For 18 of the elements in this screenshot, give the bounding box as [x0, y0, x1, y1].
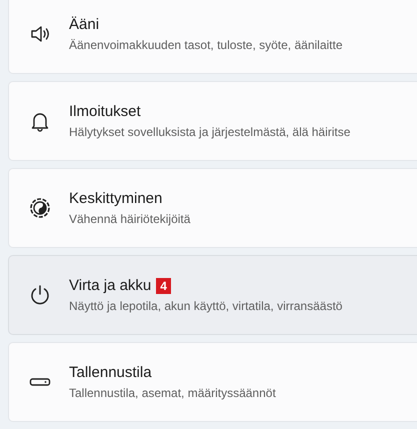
item-description: Äänenvoimakkuuden tasot, tuloste, syöte, äänilaitte	[69, 37, 343, 54]
settings-item[interactable]: Keskittyminen Vähennä häiriötekijöitä	[8, 168, 417, 248]
item-title: Ääni	[69, 14, 100, 35]
number-marker: 4	[156, 278, 171, 294]
item-description: Vähennä häiriötekijöitä	[69, 211, 190, 228]
item-description: Hälytykset sovelluksista ja järjestelmästä, älä häiritse	[69, 124, 350, 142]
settings-item[interactable]: Virta ja akku 4 Näyttö ja lepotila, akun käyttö, virtatila, virransäästö	[8, 255, 417, 335]
item-title: Keskittyminen	[69, 188, 162, 209]
settings-item[interactable]: Ilmoitukset Hälytykset sovelluksista ja järjestelmästä, älä häiritse	[8, 81, 417, 161]
item-title: Ilmoitukset	[69, 102, 141, 122]
item-description: Tallennustila, asemat, määrityssäännöt	[69, 385, 276, 402]
power-icon	[29, 284, 51, 306]
focus-icon	[29, 197, 51, 219]
item-title: Virta ja akku	[69, 276, 152, 296]
item-description: Näyttö ja lepotila, akun käyttö, virtatila, virransäästö	[69, 298, 342, 316]
settings-item[interactable]: Ääni Äänenvoimakkuuden tasot, tuloste, syöte, äänilaitte	[8, 0, 417, 74]
item-title: Tallennustila	[69, 362, 152, 383]
settings-item[interactable]: Tallennustila Tallennustila, asemat, määrityssäännöt	[8, 342, 417, 422]
